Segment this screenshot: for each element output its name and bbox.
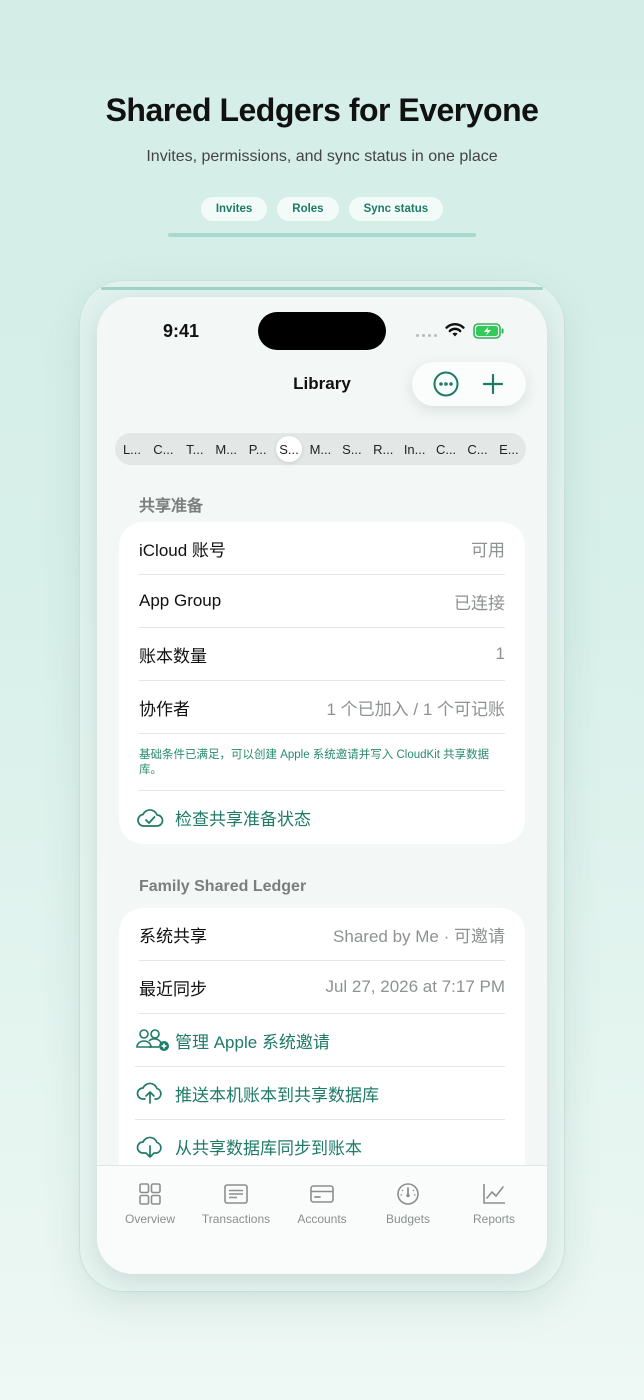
manage-invites-button[interactable]: 管理 Apple 系统邀请: [135, 1014, 505, 1067]
row-ledger-count: 账本数量 1: [139, 628, 505, 681]
people-add-icon: [135, 1025, 175, 1055]
segment-item[interactable]: L...: [119, 436, 145, 462]
segment-item[interactable]: C...: [433, 436, 459, 462]
tab-reports[interactable]: Reports: [454, 1182, 534, 1274]
dynamic-island: [258, 312, 386, 350]
push-ledger-button[interactable]: 推送本机账本到共享数据库: [135, 1067, 505, 1120]
feature-chips: Invites Roles Sync status: [0, 197, 644, 221]
row-label: 协作者: [139, 699, 190, 719]
segment-item[interactable]: P...: [245, 436, 271, 462]
row-label: 最近同步: [139, 979, 207, 999]
segment-item[interactable]: R...: [370, 436, 396, 462]
row-value: Shared by Me · 可邀请: [333, 926, 505, 946]
segment-item[interactable]: In...: [402, 436, 428, 462]
check-readiness-label: 检查共享准备状态: [175, 810, 311, 829]
card-icon: [310, 1185, 334, 1203]
tab-label: Budgets: [385, 1212, 431, 1226]
row-icloud-account: iCloud 账号 可用: [139, 522, 505, 575]
ledger-card: 系统共享 Shared by Me · 可邀请 最近同步 Jul 27, 202…: [119, 908, 525, 1208]
tab-bar: Overview Transactions Accounts Budgets R…: [97, 1165, 547, 1274]
tab-label: Overview: [124, 1212, 175, 1226]
row-label: App Group: [139, 591, 222, 610]
segment-item[interactable]: S...: [339, 436, 365, 462]
tab-accounts[interactable]: Accounts: [282, 1182, 362, 1274]
tab-budgets[interactable]: Budgets: [368, 1182, 448, 1274]
segment-item[interactable]: M...: [213, 436, 239, 462]
tab-overview[interactable]: Overview: [110, 1182, 190, 1274]
push-ledger-label: 推送本机账本到共享数据库: [175, 1085, 379, 1105]
readiness-note: 基础条件已满足，可以创建 Apple 系统邀请并写入 CloudKit 共享数据…: [139, 734, 505, 791]
more-button[interactable]: [431, 369, 461, 399]
list-icon: [224, 1184, 248, 1204]
row-collaborators: 协作者 1 个已加入 / 1 个可记账: [139, 681, 505, 734]
hero-title: Shared Ledgers for Everyone: [105, 92, 539, 128]
gauge-icon: [397, 1183, 419, 1205]
ellipsis-circle-icon: [433, 371, 458, 397]
cloud-upload-icon: [135, 1078, 175, 1108]
tab-label: Reports: [472, 1212, 516, 1226]
segment-item[interactable]: E...: [496, 436, 522, 462]
row-value: Jul 27, 2026 at 7:17 PM: [325, 977, 505, 996]
manage-invites-label: 管理 Apple 系统邀请: [175, 1032, 330, 1052]
row-label: iCloud 账号: [139, 540, 226, 560]
grid-icon: [139, 1183, 161, 1205]
chip-roles: Roles: [277, 197, 339, 221]
section-header-readiness: 共享准备: [139, 498, 204, 515]
row-value: 可用: [471, 540, 505, 560]
ledger-segment-control: L... C... T... M... P... S... M... S... R... In..…: [115, 433, 526, 465]
status-time: 9:41: [163, 321, 200, 341]
row-label: 系统共享: [139, 926, 207, 946]
segment-item[interactable]: S...: [276, 436, 303, 462]
segment-item[interactable]: C...: [150, 436, 176, 462]
tab-transactions[interactable]: Transactions: [196, 1182, 276, 1274]
readiness-card: iCloud 账号 可用 App Group 已连接 账本数量 1 协作者 1 …: [119, 522, 525, 844]
row-system-share: 系统共享 Shared by Me · 可邀请: [139, 908, 505, 961]
pull-ledger-label: 从共享数据库同步到账本: [175, 1139, 362, 1158]
row-value: 1: [495, 644, 505, 663]
row-app-group: App Group 已连接: [139, 575, 505, 628]
battery-icon: [473, 323, 504, 339]
section-header-ledger: Family Shared Ledger: [139, 878, 307, 895]
cloud-check-icon: [135, 803, 175, 833]
tab-label: Transactions: [201, 1212, 271, 1226]
phone-screen: 9:41 Library L... C... T... M... P... S..: [97, 297, 547, 1274]
row-last-sync: 最近同步 Jul 27, 2026 at 7:17 PM: [139, 961, 505, 1014]
plus-icon: [482, 373, 503, 395]
add-button[interactable]: [478, 369, 508, 399]
segment-item[interactable]: C...: [464, 436, 490, 462]
row-label: 账本数量: [139, 646, 207, 666]
wifi-icon: [445, 323, 465, 337]
device-accent-bar: [101, 287, 543, 290]
segment-item[interactable]: M...: [307, 436, 333, 462]
row-value: 已连接: [454, 593, 505, 613]
signal-icon: [416, 334, 437, 337]
segment-item[interactable]: T...: [182, 436, 208, 462]
hero-divider: [168, 233, 476, 237]
check-readiness-button[interactable]: 检查共享准备状态: [135, 791, 505, 844]
tab-label: Accounts: [297, 1212, 347, 1226]
row-value: 1 个已加入 / 1 个可记账: [326, 699, 505, 719]
nav-actions: [412, 362, 526, 406]
hero-subtitle: Invites, permissions, and sync status in…: [146, 148, 498, 165]
chip-sync-status: Sync status: [348, 197, 444, 221]
chip-invites: Invites: [200, 197, 268, 221]
cloud-download-icon: [135, 1132, 175, 1162]
chart-icon: [483, 1184, 505, 1204]
